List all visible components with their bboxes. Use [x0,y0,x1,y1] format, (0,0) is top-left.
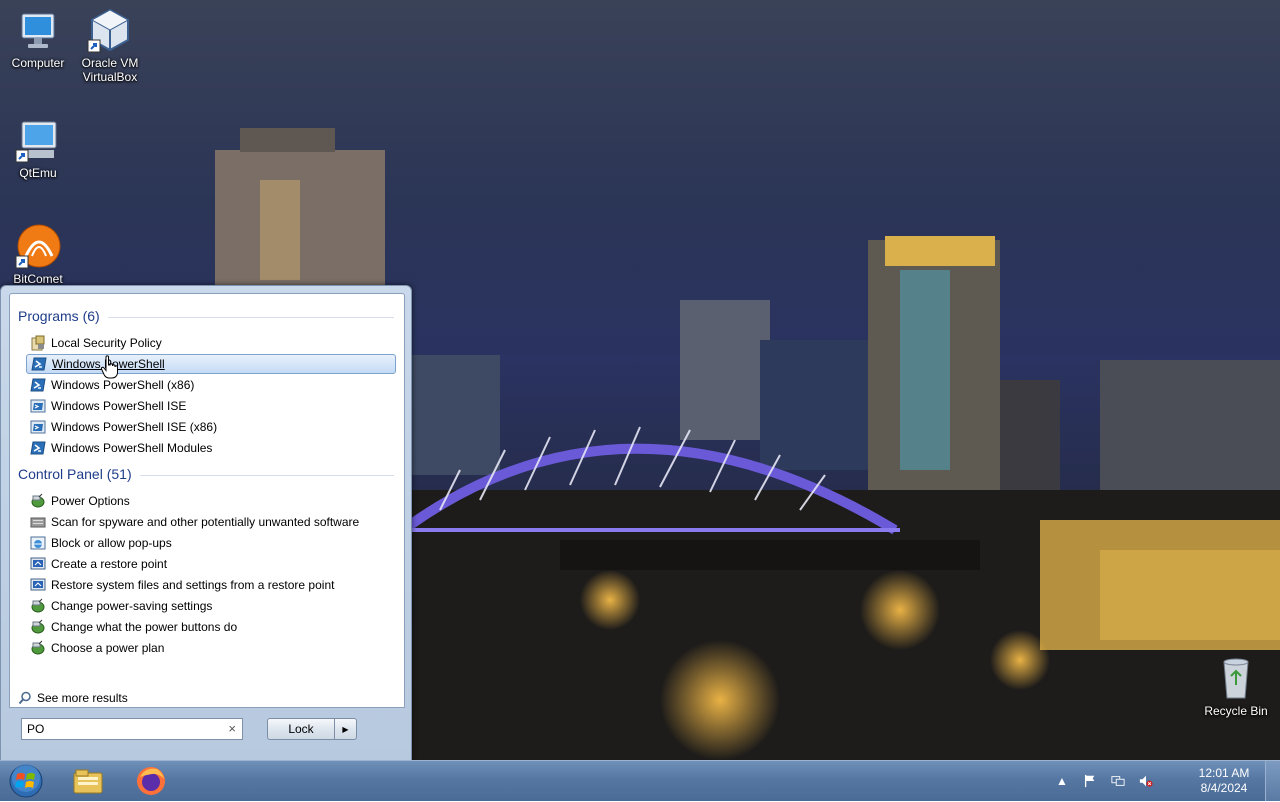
result-label: Block or allow pop-ups [51,536,172,550]
result-label: Restore system files and settings from a… [51,578,335,592]
result-windows-powershell-ise-x86[interactable]: Windows PowerShell ISE (x86) [26,417,396,437]
result-block-popups[interactable]: Block or allow pop-ups [26,533,396,553]
see-more-label: See more results [37,691,128,705]
power-options-icon [30,598,46,614]
start-search-box[interactable]: × [21,718,243,740]
notification-area: ▲ [1048,761,1160,801]
show-desktop-button[interactable] [1265,761,1280,801]
computer-icon [14,6,62,54]
control-panel-header-label: Control Panel (51) [18,466,132,482]
desktop-icon-label: BitComet [13,272,63,286]
search-results-panel: Programs (6) Local Security Policy Windo… [9,293,405,708]
powershell-icon [30,377,46,393]
internet-options-icon [30,535,46,551]
clear-search-icon[interactable]: × [228,721,236,736]
result-label: Scan for spyware and other potentially u… [51,515,360,529]
lock-button[interactable]: Lock [267,718,335,740]
header-divider [107,316,394,318]
result-windows-powershell-modules[interactable]: Windows PowerShell Modules [26,438,396,458]
result-power-buttons[interactable]: Change what the power buttons do [26,617,396,637]
power-options-icon [30,619,46,635]
result-label: Windows PowerShell Modules [51,441,213,455]
show-hidden-icons-chevron-icon[interactable]: ▲ [1054,773,1070,789]
virtualbox-icon [86,6,134,54]
powershell-ise-icon [30,398,46,414]
shutdown-options-arrow-button[interactable]: ▶ [334,718,357,740]
desktop-icon-computer[interactable]: Computer [0,6,76,70]
desktop-icon-label: Computer [11,56,65,70]
windows-explorer-icon [73,769,103,794]
result-power-options[interactable]: Power Options [26,491,396,511]
header-divider [139,474,394,476]
programs-header-label: Programs (6) [18,308,100,324]
desktop-icon-virtualbox[interactable]: Oracle VM VirtualBox [72,6,148,84]
result-windows-powershell-x86[interactable]: Windows PowerShell (x86) [26,375,396,395]
taskbar: ▲ 12:01 AM 8/4/2024 [0,760,1280,801]
result-label: Change power-saving settings [51,599,213,613]
clock-date: 8/4/2024 [1200,781,1248,795]
see-more-results-link[interactable]: See more results [18,691,128,705]
result-label: Windows PowerShell ISE [51,399,187,413]
chevron-right-icon: ▶ [342,724,349,734]
system-clock[interactable]: 12:01 AM 8/4/2024 [1194,766,1254,796]
power-options-icon [30,493,46,509]
system-icon [30,577,46,593]
taskbar-explorer-button[interactable] [62,763,114,799]
clock-time: 12:01 AM [1198,766,1250,780]
hand-cursor-icon [100,355,118,379]
system-icon [30,556,46,572]
result-create-restore-point[interactable]: Create a restore point [26,554,396,574]
desktop-icon-bitcomet[interactable]: BitComet [0,222,76,286]
result-windows-powershell[interactable]: Windows PowerShell [26,354,396,374]
network-icon[interactable] [1110,773,1126,789]
result-local-security-policy[interactable]: Local Security Policy [26,333,396,353]
result-power-plan[interactable]: Choose a power plan [26,638,396,658]
desktop-icon-label: Oracle VM VirtualBox [81,56,139,84]
powershell-ise-icon [30,419,46,435]
start-button[interactable] [6,763,46,799]
result-change-power-saving[interactable]: Change power-saving settings [26,596,396,616]
result-label: Change what the power buttons do [51,620,238,634]
qtemu-icon [14,116,62,164]
start-menu: Programs (6) Local Security Policy Windo… [0,285,412,762]
start-search-input[interactable] [22,719,219,739]
result-label: Windows PowerShell ISE (x86) [51,420,218,434]
powershell-icon [30,440,46,456]
recycle-bin-icon [1212,654,1260,702]
power-options-icon [30,640,46,656]
desktop-icon-label: Recycle Bin [1204,704,1268,718]
result-label: Local Security Policy [51,336,162,350]
security-policy-icon [30,335,46,351]
powershell-icon [31,356,47,372]
taskbar-firefox-button[interactable] [125,763,177,799]
search-icon [18,691,31,705]
desktop-icon-qtemu[interactable]: QtEmu [0,116,76,180]
action-center-flag-icon[interactable] [1082,773,1098,789]
result-windows-powershell-ise[interactable]: Windows PowerShell ISE [26,396,396,416]
result-label: Create a restore point [51,557,168,571]
result-label: Choose a power plan [51,641,165,655]
programs-header[interactable]: Programs (6) [18,308,394,324]
desktop-icon-recycle-bin[interactable]: Recycle Bin [1198,654,1274,718]
windows-logo-icon [9,764,43,798]
result-scan-spyware[interactable]: Scan for spyware and other potentially u… [26,512,396,532]
firefox-icon [137,767,165,795]
defender-icon [30,514,46,530]
volume-muted-icon[interactable] [1138,773,1154,789]
desktop-icon-label: QtEmu [19,166,57,180]
bitcomet-icon [14,222,62,270]
result-label: Windows PowerShell (x86) [51,378,195,392]
result-label: Power Options [51,494,130,508]
lock-button-label: Lock [288,722,314,736]
result-restore-system-files[interactable]: Restore system files and settings from a… [26,575,396,595]
control-panel-header[interactable]: Control Panel (51) [18,466,394,482]
